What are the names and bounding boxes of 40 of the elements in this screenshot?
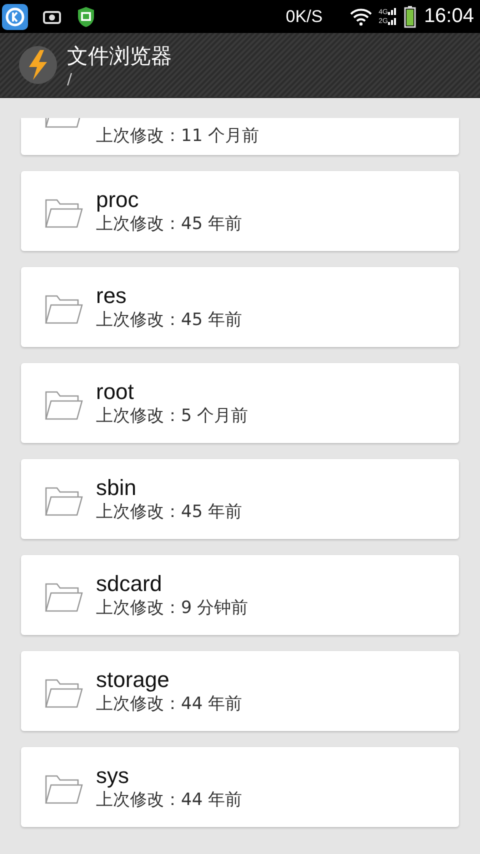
modified-time: 上次修改：9 分钟前 (96, 596, 248, 620)
folder-name: sys (96, 762, 130, 788)
folder-name: proc (96, 186, 140, 212)
folder-icon (45, 582, 83, 612)
lightning-icon[interactable] (18, 45, 58, 85)
folder-item[interactable]: sdcard 上次修改：9 分钟前 (21, 555, 459, 635)
folder-icon (45, 198, 83, 228)
folder-icon (45, 390, 83, 420)
folder-icon (45, 294, 83, 324)
network-speed: 0K/S (286, 6, 323, 26)
modified-time: 上次修改：5 个月前 (96, 404, 248, 428)
folder-icon (45, 774, 83, 804)
folder-name: sbin (96, 474, 138, 500)
current-path: / (67, 70, 74, 88)
app-icon (2, 4, 28, 30)
shield-icon (76, 6, 96, 28)
folder-name: sdcard (96, 570, 164, 596)
folder-item[interactable]: 上次修改：11 个月前 (21, 118, 459, 155)
folder-name: storage (96, 666, 170, 692)
folder-name: root (96, 378, 135, 404)
app-title: 文件浏览器 (67, 43, 172, 70)
signal-icon (388, 6, 398, 26)
wifi-icon (348, 8, 373, 26)
folder-name: res (96, 282, 128, 308)
folder-item[interactable]: storage 上次修改：44 年前 (21, 651, 459, 731)
modified-time: 上次修改：44 年前 (96, 692, 242, 716)
folder-item[interactable]: proc 上次修改：45 年前 (21, 171, 459, 251)
battery-icon (404, 6, 416, 28)
modified-time: 上次修改：45 年前 (96, 308, 242, 332)
modified-time: 上次修改：45 年前 (96, 212, 242, 236)
folder-item[interactable]: sys 上次修改：44 年前 (21, 747, 459, 827)
modified-time: 上次修改：45 年前 (96, 500, 242, 524)
folder-icon (45, 486, 83, 516)
modified-time: 上次修改：11 个月前 (96, 125, 260, 148)
folder-item[interactable]: root 上次修改：5 个月前 (21, 363, 459, 443)
folder-item[interactable]: sbin 上次修改：45 年前 (21, 459, 459, 539)
folder-icon (45, 678, 83, 708)
folder-item[interactable]: res 上次修改：45 年前 (21, 267, 459, 347)
modified-time: 上次修改：44 年前 (96, 788, 242, 812)
clock-time: 16:04 (424, 5, 474, 28)
